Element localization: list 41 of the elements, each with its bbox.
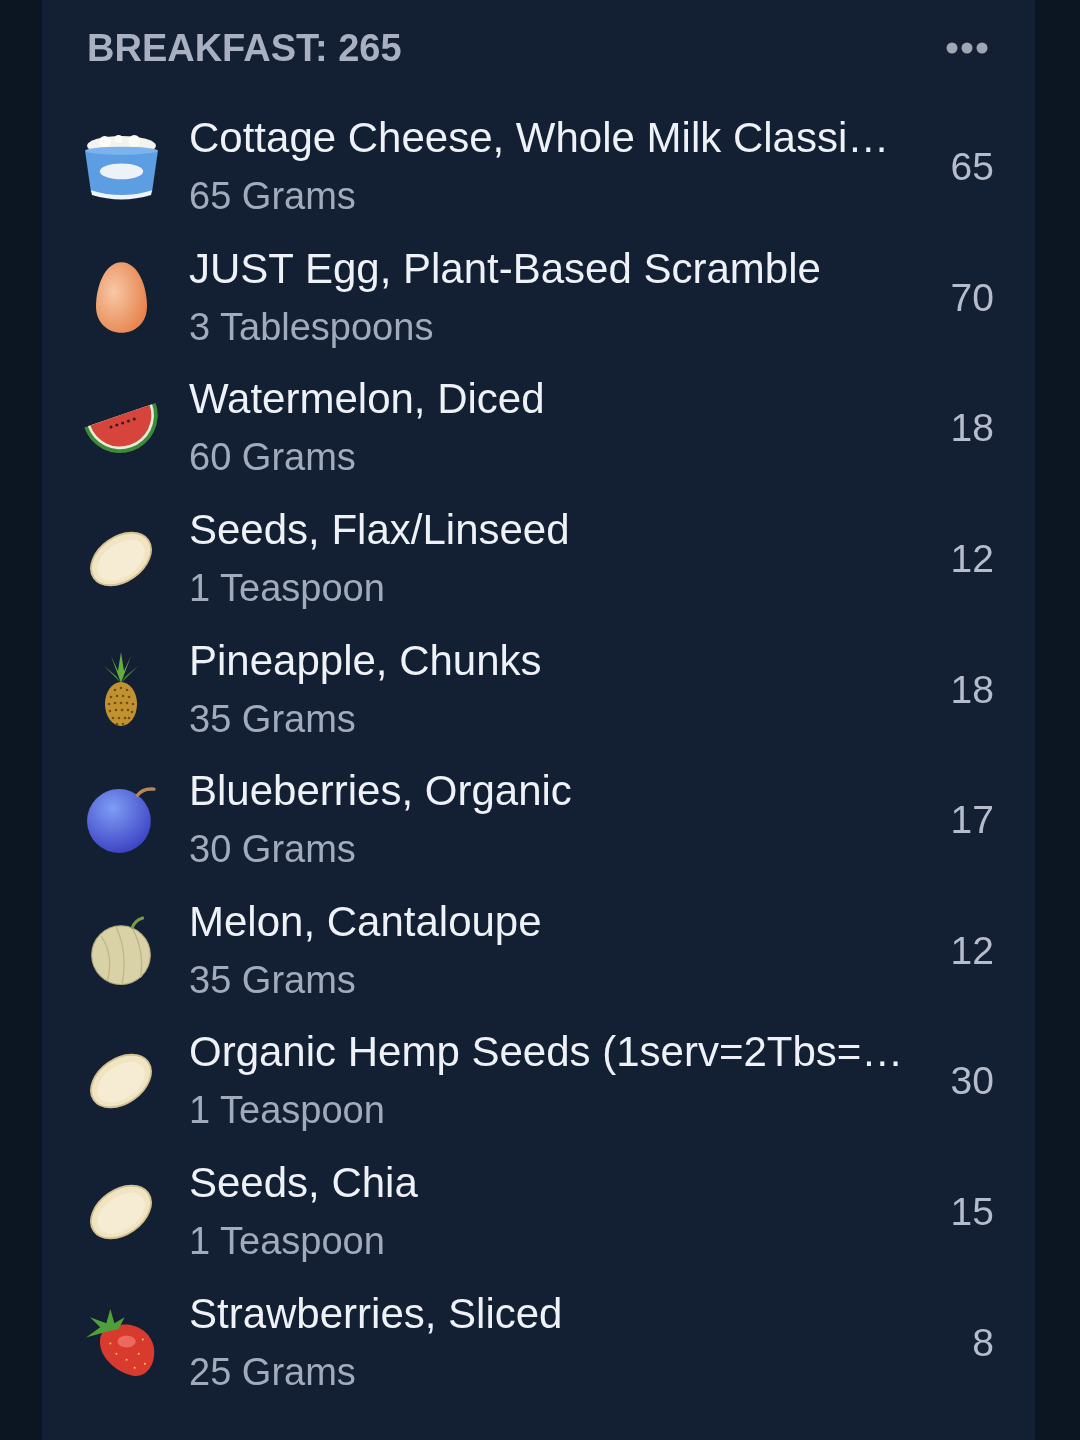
food-name: Blueberries, Organic <box>189 766 572 817</box>
calorie-count: 70 <box>950 275 994 320</box>
serving-size: 1 Teaspoon <box>189 566 385 612</box>
watermelon-slice-icon <box>83 402 159 455</box>
seed-icon <box>89 1053 153 1110</box>
serving-size: 35 Grams <box>189 957 356 1003</box>
serving-size: 25 Grams <box>189 1349 356 1395</box>
food-name: Seeds, Flax/Linseed <box>189 505 570 556</box>
calorie-count: 12 <box>950 537 994 582</box>
calorie-count: 17 <box>950 798 994 843</box>
food-name: Strawberries, Sliced <box>189 1288 563 1339</box>
food-name: Watermelon, Diced <box>189 374 545 425</box>
meal-title: BREAKFAST: 265 <box>87 26 402 70</box>
serving-size: 35 Grams <box>189 696 356 742</box>
food-name: Cottage Cheese, Whole Milk Classi… <box>189 113 890 164</box>
melon-icon <box>90 915 152 986</box>
serving-size: 1 Teaspoon <box>189 1088 385 1134</box>
seed-icon <box>89 531 153 588</box>
serving-size: 60 Grams <box>189 435 356 481</box>
food-name: JUST Egg, Plant-Based Scramble <box>189 243 821 294</box>
calorie-count: 30 <box>950 1059 994 1104</box>
food-name: Melon, Cantaloupe <box>189 896 542 947</box>
calorie-count: 18 <box>950 667 994 712</box>
serving-size: 65 Grams <box>189 174 356 220</box>
cottage-cheese-tub-icon <box>82 134 160 200</box>
egg-icon <box>94 261 148 335</box>
food-name: Pineapple, Chunks <box>189 635 542 686</box>
more-icon[interactable] <box>946 42 988 54</box>
calorie-count: 12 <box>950 928 994 973</box>
food-name: Organic Hemp Seeds (1serv=2Tbs=… <box>189 1027 904 1078</box>
serving-size: 3 Tablespoons <box>189 304 434 350</box>
calorie-count: 18 <box>950 406 994 451</box>
strawberry-icon <box>85 1307 157 1378</box>
seed-icon <box>89 1184 153 1241</box>
serving-size: 1 Teaspoon <box>189 1219 385 1265</box>
calorie-count: 65 <box>950 145 994 190</box>
food-name: Seeds, Chia <box>189 1158 418 1209</box>
calorie-count: 15 <box>950 1190 994 1235</box>
blueberry-icon <box>86 786 156 855</box>
serving-size: 30 Grams <box>189 827 356 873</box>
calorie-count: 8 <box>972 1320 994 1365</box>
